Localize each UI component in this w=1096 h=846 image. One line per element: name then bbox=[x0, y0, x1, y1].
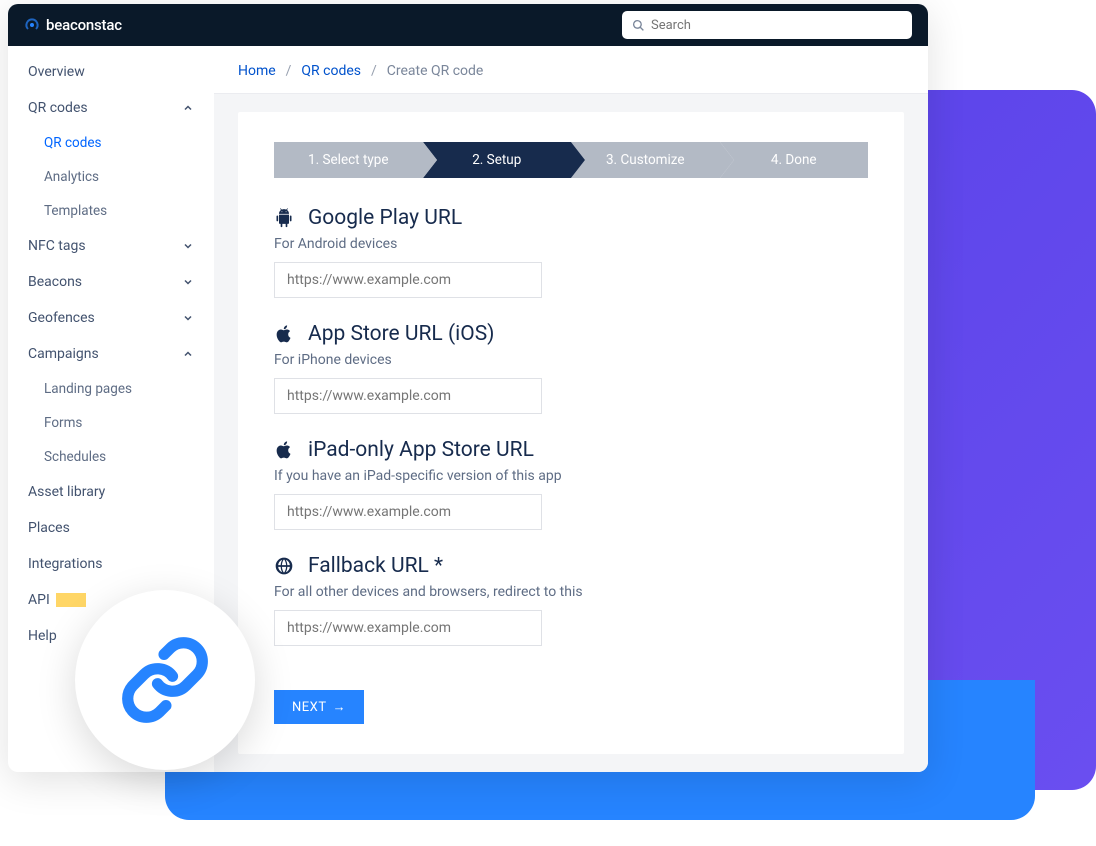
apple-icon bbox=[274, 440, 294, 460]
section-app-store: App Store URL (iOS) For iPhone devices bbox=[274, 322, 868, 414]
apple-icon bbox=[274, 324, 294, 344]
app-store-url-input[interactable] bbox=[274, 378, 542, 414]
link-badge bbox=[75, 590, 255, 770]
android-icon bbox=[274, 208, 294, 228]
section-sub: For all other devices and browsers, redi… bbox=[274, 584, 868, 600]
breadcrumb-qr[interactable]: QR codes bbox=[301, 63, 361, 79]
section-fallback: Fallback URL * For all other devices and… bbox=[274, 554, 868, 646]
sidebar-item-geofences[interactable]: Geofences bbox=[8, 300, 214, 336]
sidebar-label: Places bbox=[28, 520, 70, 536]
fallback-url-input[interactable] bbox=[274, 610, 542, 646]
logo-text: beaconstac bbox=[46, 16, 122, 34]
section-google-play: Google Play URL For Android devices bbox=[274, 206, 868, 298]
chevron-down-icon bbox=[182, 312, 194, 324]
content-card: 1. Select type 2. Setup 3. Customize 4. … bbox=[238, 112, 904, 754]
sidebar-item-integrations[interactable]: Integrations bbox=[8, 546, 214, 582]
next-button[interactable]: NEXT → bbox=[274, 690, 364, 724]
stepper: 1. Select type 2. Setup 3. Customize 4. … bbox=[274, 142, 868, 178]
section-title: App Store URL (iOS) bbox=[274, 322, 868, 346]
section-sub: For Android devices bbox=[274, 236, 868, 252]
chevron-down-icon bbox=[182, 276, 194, 288]
topbar: beaconstac bbox=[8, 4, 928, 46]
sidebar-label: Help bbox=[28, 628, 57, 644]
sidebar-label: Campaigns bbox=[28, 346, 99, 362]
sidebar-sub-forms[interactable]: Forms bbox=[8, 406, 214, 440]
link-icon bbox=[120, 635, 210, 725]
sidebar-item-beacons[interactable]: Beacons bbox=[8, 264, 214, 300]
sidebar-label: Asset library bbox=[28, 484, 105, 500]
sidebar-item-nfc[interactable]: NFC tags bbox=[8, 228, 214, 264]
sidebar-label: Overview bbox=[28, 64, 85, 80]
chevron-up-icon bbox=[182, 102, 194, 114]
title-text: iPad-only App Store URL bbox=[308, 438, 534, 462]
section-ipad: iPad-only App Store URL If you have an i… bbox=[274, 438, 868, 530]
sidebar-sub-schedules[interactable]: Schedules bbox=[8, 440, 214, 474]
section-title: Fallback URL * bbox=[274, 554, 868, 578]
google-play-url-input[interactable] bbox=[274, 262, 542, 298]
search-input[interactable] bbox=[651, 18, 902, 33]
logo-icon bbox=[24, 17, 40, 33]
sidebar-label: QR codes bbox=[28, 100, 88, 116]
globe-icon bbox=[274, 556, 294, 576]
title-text: Fallback URL * bbox=[308, 554, 443, 578]
main-area: Home / QR codes / Create QR code 1. Sele… bbox=[214, 46, 928, 772]
step-1[interactable]: 1. Select type bbox=[274, 142, 423, 178]
sidebar-label: Geofences bbox=[28, 310, 95, 326]
section-title: Google Play URL bbox=[274, 206, 868, 230]
sidebar-label: API bbox=[28, 592, 50, 608]
section-title: iPad-only App Store URL bbox=[274, 438, 868, 462]
breadcrumb-sep: / bbox=[286, 63, 292, 79]
section-sub: For iPhone devices bbox=[274, 352, 868, 368]
title-text: Google Play URL bbox=[308, 206, 462, 230]
sidebar-sub-landing[interactable]: Landing pages bbox=[8, 372, 214, 406]
step-3[interactable]: 3. Customize bbox=[571, 142, 720, 178]
sidebar-item-qrcodes[interactable]: QR codes bbox=[8, 90, 214, 126]
step-2[interactable]: 2. Setup bbox=[423, 142, 572, 178]
api-badge bbox=[56, 593, 86, 607]
title-text: App Store URL (iOS) bbox=[308, 322, 494, 346]
breadcrumb-sep: / bbox=[371, 63, 377, 79]
sidebar-label: Integrations bbox=[28, 556, 102, 572]
ipad-url-input[interactable] bbox=[274, 494, 542, 530]
sidebar-item-overview[interactable]: Overview bbox=[8, 54, 214, 90]
sidebar-item-campaigns[interactable]: Campaigns bbox=[8, 336, 214, 372]
next-label: NEXT bbox=[292, 700, 327, 715]
arrow-right-icon: → bbox=[333, 699, 347, 715]
breadcrumb: Home / QR codes / Create QR code bbox=[214, 46, 928, 94]
breadcrumb-current: Create QR code bbox=[387, 63, 484, 79]
sidebar-sub-templates[interactable]: Templates bbox=[8, 194, 214, 228]
logo[interactable]: beaconstac bbox=[24, 16, 122, 34]
breadcrumb-home[interactable]: Home bbox=[238, 63, 276, 79]
chevron-up-icon bbox=[182, 348, 194, 360]
step-4[interactable]: 4. Done bbox=[720, 142, 869, 178]
sidebar-sub-qrcodes[interactable]: QR codes bbox=[8, 126, 214, 160]
search-icon bbox=[632, 19, 645, 32]
sidebar-label: NFC tags bbox=[28, 238, 86, 254]
search-box[interactable] bbox=[622, 11, 912, 39]
section-sub: If you have an iPad-specific version of … bbox=[274, 468, 868, 484]
sidebar-label: Beacons bbox=[28, 274, 82, 290]
chevron-down-icon bbox=[182, 240, 194, 252]
sidebar-item-asset[interactable]: Asset library bbox=[8, 474, 214, 510]
sidebar-sub-analytics[interactable]: Analytics bbox=[8, 160, 214, 194]
sidebar-item-places[interactable]: Places bbox=[8, 510, 214, 546]
